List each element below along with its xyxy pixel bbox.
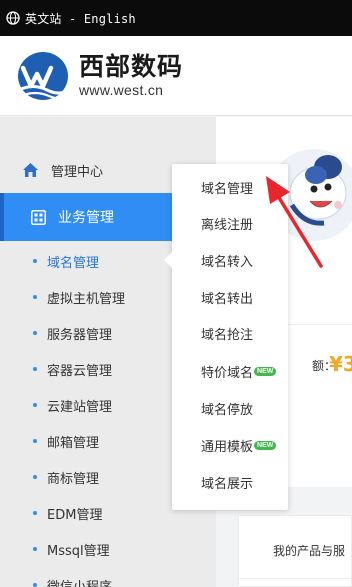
menu-item-domain-showcase[interactable]: 域名展示 <box>201 473 253 492</box>
bullet-icon <box>33 475 37 479</box>
sidebar-item-label: 虚拟主机管理 <box>47 291 126 307</box>
top-bar: 英文站 - English <box>0 0 352 36</box>
menu-item-offline-registration[interactable]: 离线注册 <box>201 214 253 233</box>
sidebar-item-label: EDM管理 <box>47 507 103 523</box>
products-card: 我的产品与服 <box>238 515 352 587</box>
menu-item-label: 特价域名 <box>201 366 254 381</box>
west-logo-icon <box>18 52 73 100</box>
sidebar-item-label: 业务管理 <box>58 210 114 226</box>
bullet-icon <box>33 547 37 551</box>
menu-item-label: 通用模板 <box>201 440 254 455</box>
sidebar-item-wechat-miniprogram[interactable]: 微信小程序 <box>0 567 216 587</box>
divider <box>239 578 352 579</box>
menu-item-general-templates[interactable]: 通用模板 NEW <box>201 436 277 455</box>
logo-url: www.west.cn <box>79 82 164 98</box>
english-site-link[interactable]: 英文站 - English <box>25 10 136 27</box>
sidebar-item-label: 容器云管理 <box>47 363 113 379</box>
home-icon <box>23 163 38 177</box>
sidebar-item-label: 服务器管理 <box>47 327 113 343</box>
sidebar-item-label: 管理中心 <box>51 164 104 180</box>
sidebar-item-label: 域名管理 <box>47 255 100 271</box>
menu-item-label: 域名展示 <box>201 477 254 492</box>
menu-item-domain-transfer-out[interactable]: 域名转出 <box>201 288 253 307</box>
sidebar-item-label: 商标管理 <box>47 471 100 487</box>
domain-submenu-popup: 域名管理 离线注册 域名转入 域名转出 域名抢注 特价域名 NEW 域名停放 通… <box>164 164 288 510</box>
bullet-icon <box>33 439 37 443</box>
bullet-icon <box>33 511 37 515</box>
balance-value: ¥3 <box>329 352 352 376</box>
sidebar-item-label: 微信小程序 <box>47 579 113 587</box>
sidebar-item-mssql[interactable]: Mssql管理 <box>0 531 216 567</box>
sidebar-item-label: 邮箱管理 <box>47 435 100 451</box>
menu-item-discount-domains[interactable]: 特价域名 NEW <box>201 362 277 381</box>
menu-item-domain-backorder[interactable]: 域名抢注 <box>201 324 253 343</box>
grid-icon <box>31 209 46 225</box>
bullet-icon <box>33 331 37 335</box>
bullet-icon <box>33 367 37 371</box>
menu-item-label: 域名管理 <box>201 182 254 197</box>
header: 西部数码 www.west.cn <box>0 36 352 116</box>
menu-item-domain-management[interactable]: 域名管理 <box>201 178 253 197</box>
menu-item-label: 域名转出 <box>201 292 254 307</box>
sidebar-item-label: Mssql管理 <box>47 543 110 559</box>
new-badge: NEW <box>254 367 277 376</box>
menu-item-label: 域名转入 <box>201 255 254 270</box>
bullet-icon <box>33 259 37 263</box>
tab-my-products[interactable]: 我的产品与服 <box>273 542 345 559</box>
logo-chinese-name: 西部数码 <box>79 52 184 81</box>
bullet-icon <box>33 403 37 407</box>
bullet-icon <box>33 583 37 587</box>
menu-item-domain-transfer-in[interactable]: 域名转入 <box>201 251 253 270</box>
site-logo[interactable]: 西部数码 www.west.cn <box>17 50 183 102</box>
menu-item-label: 域名抢注 <box>201 328 254 343</box>
new-badge: NEW <box>254 441 277 450</box>
globe-icon <box>6 11 20 25</box>
menu-item-label: 离线注册 <box>201 218 254 233</box>
sidebar-item-label: 云建站管理 <box>47 399 113 415</box>
menu-item-domain-parking[interactable]: 域名停放 <box>201 399 253 418</box>
menu-item-label: 域名停放 <box>201 403 254 418</box>
bullet-icon <box>33 295 37 299</box>
